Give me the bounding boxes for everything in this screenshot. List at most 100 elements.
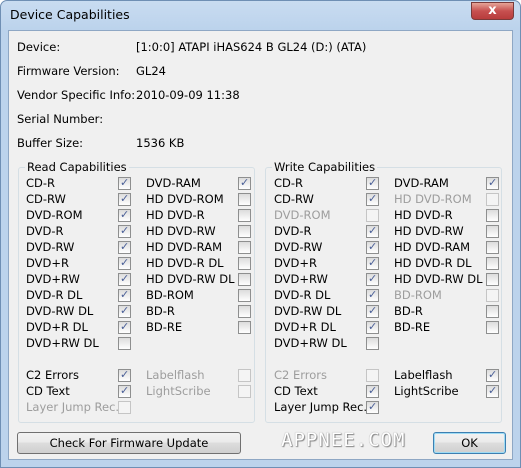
info-row: Buffer Size: 1536 KB bbox=[17, 136, 497, 152]
capability-checkbox[interactable] bbox=[118, 401, 131, 414]
capability-checkbox[interactable] bbox=[486, 209, 499, 222]
capability-label: CD Text bbox=[274, 384, 318, 398]
capability-checkbox[interactable] bbox=[486, 176, 499, 190]
capability-checkbox[interactable] bbox=[118, 176, 131, 190]
write-capability-hd-dvd-r: HD DVD-R bbox=[394, 207, 500, 223]
read-capability-dvd-r: DVD+R bbox=[26, 255, 132, 271]
capability-checkbox[interactable] bbox=[486, 241, 499, 254]
info-label: Serial Number: bbox=[17, 112, 104, 126]
capability-checkbox[interactable] bbox=[118, 240, 131, 254]
capability-checkbox[interactable] bbox=[486, 289, 499, 302]
capability-checkbox[interactable] bbox=[366, 369, 379, 382]
capability-label: DVD-RAM bbox=[394, 176, 449, 190]
check-firmware-update-button[interactable]: Check For Firmware Update bbox=[17, 432, 241, 454]
capability-checkbox[interactable] bbox=[238, 176, 251, 190]
write-capability-hd-dvd-r-dl: HD DVD-R DL bbox=[394, 255, 500, 271]
read-capability-dvd-rw-dl: DVD+RW DL bbox=[26, 335, 132, 351]
capability-checkbox[interactable] bbox=[238, 273, 251, 286]
read-capability-dvd-rw: DVD+RW bbox=[26, 271, 132, 287]
capability-checkbox[interactable] bbox=[118, 320, 131, 334]
capability-checkbox[interactable] bbox=[118, 368, 131, 382]
capability-label: DVD-RW DL bbox=[274, 304, 342, 318]
capability-checkbox[interactable] bbox=[118, 337, 131, 350]
capability-checkbox[interactable] bbox=[366, 224, 379, 238]
close-icon: x bbox=[488, 3, 497, 18]
dialog-body: Device: [1:0:0] ATAPI iHAS624 B GL24 (D:)… bbox=[8, 30, 513, 460]
capability-checkbox[interactable] bbox=[238, 193, 251, 206]
capability-label: HD DVD-RAM bbox=[146, 240, 222, 254]
capability-checkbox[interactable] bbox=[118, 384, 131, 398]
capability-checkbox[interactable] bbox=[238, 305, 251, 318]
capability-checkbox[interactable] bbox=[238, 241, 251, 254]
capability-checkbox[interactable] bbox=[238, 321, 251, 334]
write-capability-dvd-r-dl: DVD+R DL bbox=[274, 319, 380, 335]
capability-label: HD DVD-R bbox=[146, 208, 205, 222]
capability-checkbox[interactable] bbox=[366, 256, 379, 270]
capability-label: BD-ROM bbox=[146, 288, 194, 302]
capability-checkbox[interactable] bbox=[238, 257, 251, 270]
capability-checkbox[interactable] bbox=[118, 304, 131, 318]
capability-label: CD-R bbox=[26, 176, 56, 190]
capability-label: DVD+RW DL bbox=[274, 336, 347, 350]
capability-label: Layer Jump Rec. bbox=[26, 400, 120, 414]
capability-checkbox[interactable] bbox=[118, 272, 131, 286]
capability-checkbox[interactable] bbox=[366, 304, 379, 318]
capability-checkbox[interactable] bbox=[486, 193, 499, 206]
read-capability-lightscribe: LightScribe bbox=[146, 383, 252, 399]
capability-checkbox[interactable] bbox=[118, 208, 131, 222]
capability-checkbox[interactable] bbox=[486, 257, 499, 270]
read-capability-hd-dvd-r-dl: HD DVD-R DL bbox=[146, 255, 252, 271]
capability-checkbox[interactable] bbox=[366, 400, 379, 414]
capability-label: CD-RW bbox=[26, 192, 66, 206]
ok-button[interactable]: OK bbox=[433, 432, 506, 454]
capability-checkbox[interactable] bbox=[118, 288, 131, 302]
write-capability-bd-re: BD-RE bbox=[394, 319, 500, 335]
capability-checkbox[interactable] bbox=[486, 368, 499, 382]
title-bar[interactable]: Device Capabilities x bbox=[1, 1, 520, 30]
capability-checkbox[interactable] bbox=[366, 337, 379, 350]
capability-checkbox[interactable] bbox=[366, 384, 379, 398]
capability-label: HD DVD-R DL bbox=[394, 256, 472, 270]
capability-checkbox[interactable] bbox=[238, 385, 251, 398]
capability-checkbox[interactable] bbox=[366, 192, 379, 206]
capability-checkbox[interactable] bbox=[238, 289, 251, 302]
read-capability-bd-rom: BD-ROM bbox=[146, 287, 252, 303]
close-button[interactable]: x bbox=[471, 2, 514, 20]
capability-checkbox[interactable] bbox=[366, 272, 379, 286]
info-row: Vendor Specific Info: 2010-09-09 11:38 bbox=[17, 88, 497, 104]
capability-label: C2 Errors bbox=[26, 368, 80, 382]
capability-checkbox[interactable] bbox=[486, 384, 499, 398]
capability-label: HD DVD-RW bbox=[394, 224, 464, 238]
capability-checkbox[interactable] bbox=[486, 273, 499, 286]
capability-checkbox[interactable] bbox=[366, 288, 379, 302]
capability-label: Labelflash bbox=[394, 368, 453, 382]
capability-checkbox[interactable] bbox=[486, 305, 499, 318]
capability-checkbox[interactable] bbox=[366, 240, 379, 254]
write-capability-dvd-rw: DVD-RW bbox=[274, 239, 380, 255]
write-capability-dvd-rom: DVD-ROM bbox=[274, 207, 380, 223]
capability-checkbox[interactable] bbox=[238, 209, 251, 222]
capability-checkbox[interactable] bbox=[238, 369, 251, 382]
capability-checkbox[interactable] bbox=[118, 192, 131, 206]
capability-label: Labelflash bbox=[146, 368, 205, 382]
write-capability-hd-dvd-ram: HD DVD-RAM bbox=[394, 239, 500, 255]
capability-checkbox[interactable] bbox=[366, 320, 379, 334]
capability-label: DVD+RW bbox=[274, 272, 328, 286]
capability-label: DVD-RAM bbox=[146, 176, 201, 190]
info-label: Firmware Version: bbox=[17, 64, 120, 78]
write-capability-bd-rom: BD-ROM bbox=[394, 287, 500, 303]
write-capability-layer-jump-rec: Layer Jump Rec. bbox=[274, 399, 380, 415]
write-capability-labelflash: Labelflash bbox=[394, 367, 500, 383]
capability-label: LightScribe bbox=[146, 384, 211, 398]
capability-checkbox[interactable] bbox=[238, 225, 251, 238]
capability-label: CD-R bbox=[274, 176, 304, 190]
write-capability-dvd-r-dl: DVD-R DL bbox=[274, 287, 380, 303]
read-capability-dvd-rw: DVD-RW bbox=[26, 239, 132, 255]
capability-checkbox[interactable] bbox=[366, 209, 379, 222]
write-capability-lightscribe: LightScribe bbox=[394, 383, 500, 399]
capability-checkbox[interactable] bbox=[486, 225, 499, 238]
capability-checkbox[interactable] bbox=[118, 224, 131, 238]
capability-checkbox[interactable] bbox=[366, 176, 379, 190]
capability-checkbox[interactable] bbox=[486, 321, 499, 334]
capability-checkbox[interactable] bbox=[118, 256, 131, 270]
